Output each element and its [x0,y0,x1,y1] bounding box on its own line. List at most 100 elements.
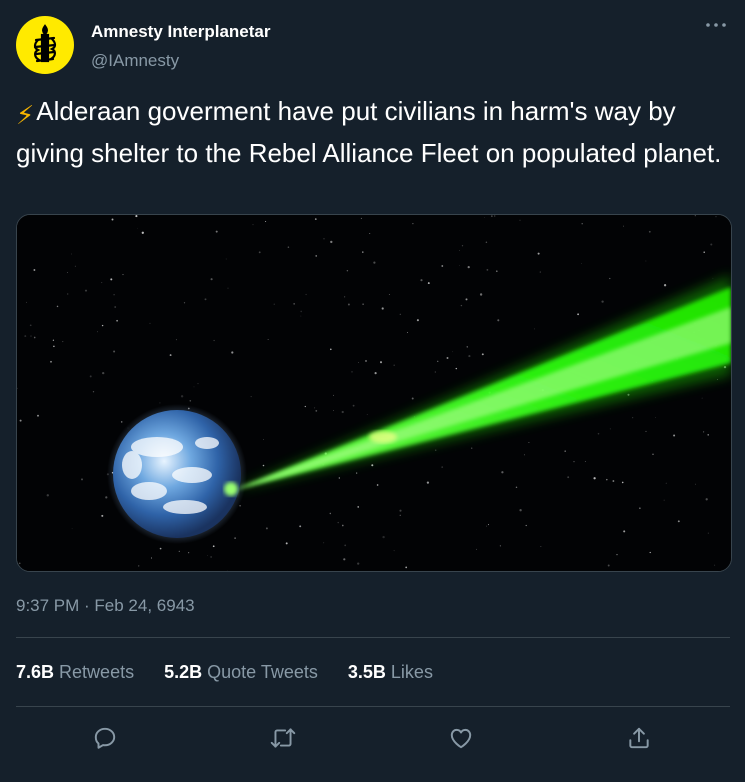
star [485,241,488,244]
star [437,360,439,362]
star [712,277,714,279]
star [714,564,716,566]
star [137,227,138,229]
lightning-emoji: ⚡ [16,100,35,130]
more-options-button[interactable] [701,14,731,36]
star [593,477,596,480]
star [67,272,68,273]
star [105,496,108,499]
star [459,250,460,251]
tweet-media-image[interactable] [16,214,732,572]
star [338,477,340,479]
star [30,335,32,337]
reply-button[interactable] [90,723,120,753]
star [639,507,641,509]
star [497,319,500,322]
star [265,220,267,223]
star [412,223,414,225]
star [315,255,318,257]
star [519,219,521,221]
star [434,371,436,373]
star [717,379,718,380]
star [89,375,92,378]
share-button[interactable] [624,723,654,753]
star [138,565,140,567]
star [710,243,713,246]
retweet-button[interactable] [268,723,298,753]
star [523,454,525,456]
star [525,524,527,527]
star [215,230,218,233]
star [323,542,325,544]
star [53,345,55,348]
star [491,215,493,217]
star [352,404,355,407]
star [499,545,501,547]
star [67,293,69,295]
tweet-body: Alderaan goverment have put civilians in… [16,96,722,168]
star [481,353,484,356]
star [267,339,269,340]
star [300,310,303,313]
star [323,238,325,240]
quote-tweets-count: 5.2B [164,662,203,682]
star [645,260,647,262]
star [180,395,184,398]
star [703,431,705,433]
star [299,525,302,528]
like-button[interactable] [446,723,476,753]
retweet-icon [270,728,296,748]
user-handle[interactable]: @IAmnesty [91,51,179,71]
star [707,434,709,436]
star [567,476,570,479]
star [663,284,667,287]
star [189,399,192,402]
display-name[interactable]: Amnesty Interplanetar [91,22,271,42]
star [101,514,104,517]
star [212,545,215,548]
likes-stat[interactable]: 3.5B Likes [348,662,433,683]
like-icon [450,728,472,749]
star [515,486,518,489]
star [652,453,654,455]
star [314,407,316,409]
quote-tweets-stat[interactable]: 5.2B Quote Tweets [164,662,318,683]
star [193,386,195,388]
star [362,303,364,305]
star [33,336,36,339]
star [333,394,334,396]
star [534,328,535,330]
star [159,547,162,550]
star [577,313,579,316]
star [97,331,98,333]
star [110,278,113,281]
star [601,300,604,303]
star [52,339,55,341]
star [584,461,586,462]
star [487,524,490,526]
star [113,293,115,296]
star [197,383,199,385]
retweets-stat[interactable]: 7.6B Retweets [16,662,134,683]
star [225,258,227,260]
quote-tweets-label: Quote Tweets [207,662,318,682]
star [494,215,496,217]
star [116,319,118,322]
star [655,417,656,418]
star [343,558,346,561]
star [458,265,460,267]
star [471,447,473,449]
tweet-actions-bar [0,718,745,758]
star [371,464,374,467]
star [483,217,485,219]
star [141,231,144,234]
divider-bottom [16,706,730,707]
star [665,482,667,484]
star [455,367,458,370]
avatar[interactable] [16,16,74,74]
star [333,410,334,411]
tweet-timestamp[interactable]: 9:37 PM · Feb 24, 6943 [16,596,195,616]
star [183,302,186,304]
star [441,265,444,267]
star [407,332,409,334]
